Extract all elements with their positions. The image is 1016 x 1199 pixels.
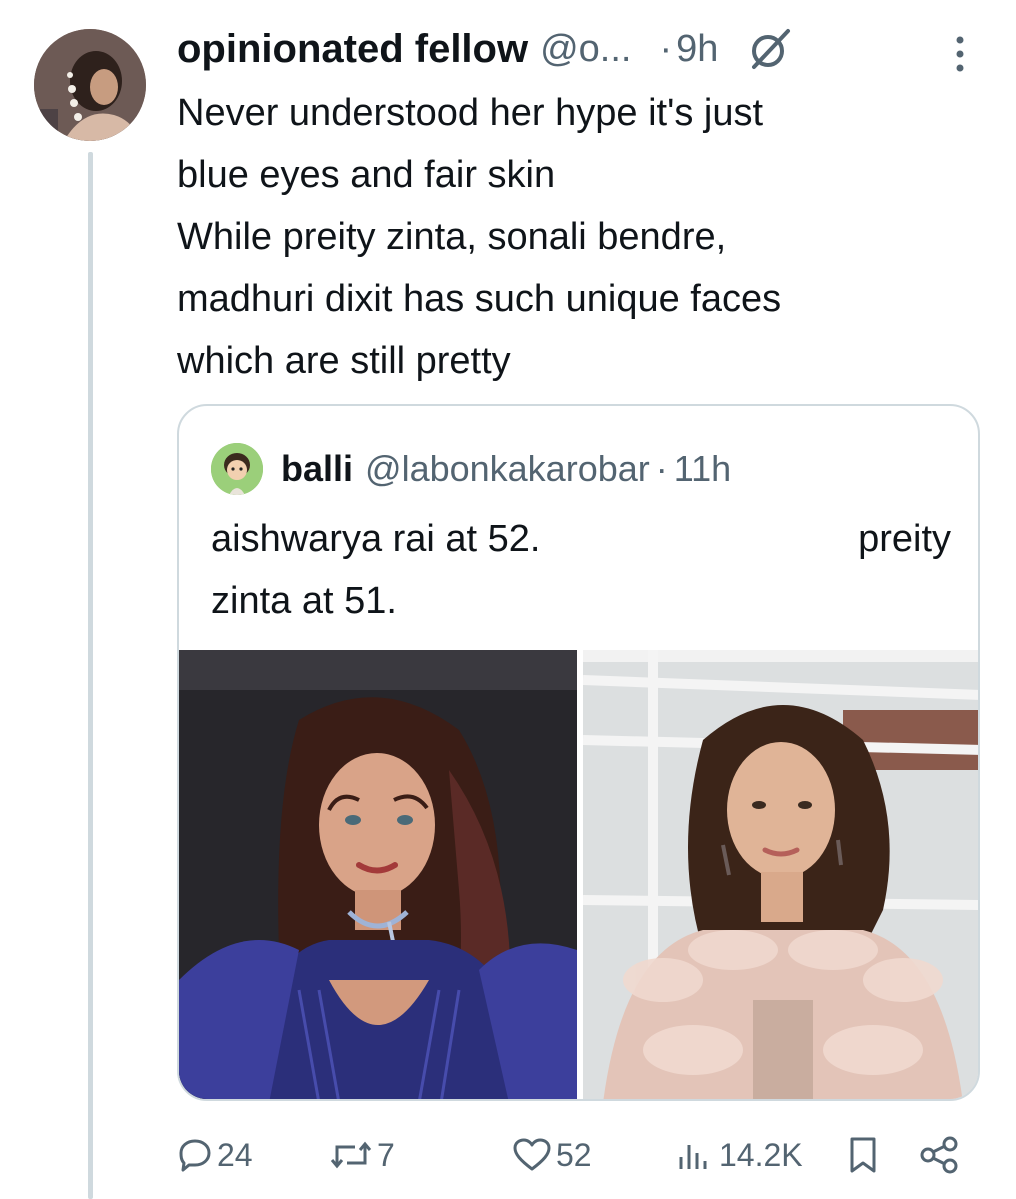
separator-dot: · [655,448,668,489]
tweet-text-line: madhuri dixit has such unique faces [177,278,782,320]
like-count: 52 [556,1136,592,1173]
more-vertical-icon[interactable] [950,34,970,74]
tweet-text-line: While preity zinta, sonali bendre, [177,216,727,258]
quoted-tweet-header: balli @labonkakarobar · 11h [211,443,731,495]
quoted-author-handle[interactable]: @labonkakarobar [365,448,650,490]
bookmark-button[interactable] [847,1130,879,1180]
author-avatar[interactable] [34,29,146,141]
quoted-tweet-timestamp[interactable]: 11h [674,448,731,490]
author-display-name[interactable]: opinionated fellow [177,27,528,72]
quoted-text-right: preity [858,518,951,560]
tweet-text-line: which are still pretty [177,340,511,382]
quoted-author-avatar[interactable] [211,443,263,495]
thread-line [88,152,93,1199]
bookmark-icon [850,1137,876,1173]
reply-icon [179,1139,211,1172]
like-button[interactable]: 52 [512,1130,592,1180]
quoted-tweet-card[interactable]: balli @labonkakarobar · 11h aishwarya ra… [177,404,980,1101]
quoted-text-left: aishwarya rai at 52. [211,518,541,560]
separator-dot: · [659,27,673,70]
tweet-text: Never understood her hype it's just blue… [177,82,967,392]
tweet-timestamp[interactable]: 9h [676,28,718,71]
quoted-photo-left[interactable] [179,650,577,1099]
tweet-text-line: blue eyes and fair skin [177,154,556,196]
quoted-photo-right[interactable] [583,650,978,1099]
repost-icon [330,1141,372,1169]
reply-button[interactable]: 24 [177,1130,253,1180]
quoted-text-line: zinta at 51. [211,580,397,622]
views-icon [679,1145,707,1169]
heart-icon [513,1138,551,1171]
quoted-author-display-name[interactable]: balli [281,448,353,490]
reply-count: 24 [217,1136,253,1173]
tweet-action-bar: 24 7 52 14.2K [177,1130,977,1180]
quoted-tweet-text: aishwarya rai at 52. preity zinta at 51. [211,508,951,632]
view-count: 14.2K [719,1136,803,1173]
tweet-text-line: Never understood her hype it's just [177,92,764,134]
grok-icon[interactable] [748,27,792,71]
share-icon [920,1136,958,1174]
repost-button[interactable]: 7 [329,1130,395,1180]
views-button[interactable]: 14.2K [675,1130,803,1180]
author-handle[interactable]: @o... [540,28,631,71]
repost-count: 7 [377,1136,395,1173]
share-button[interactable] [919,1130,959,1180]
tweet-header: opinionated fellow @o... · 9h [177,24,976,74]
